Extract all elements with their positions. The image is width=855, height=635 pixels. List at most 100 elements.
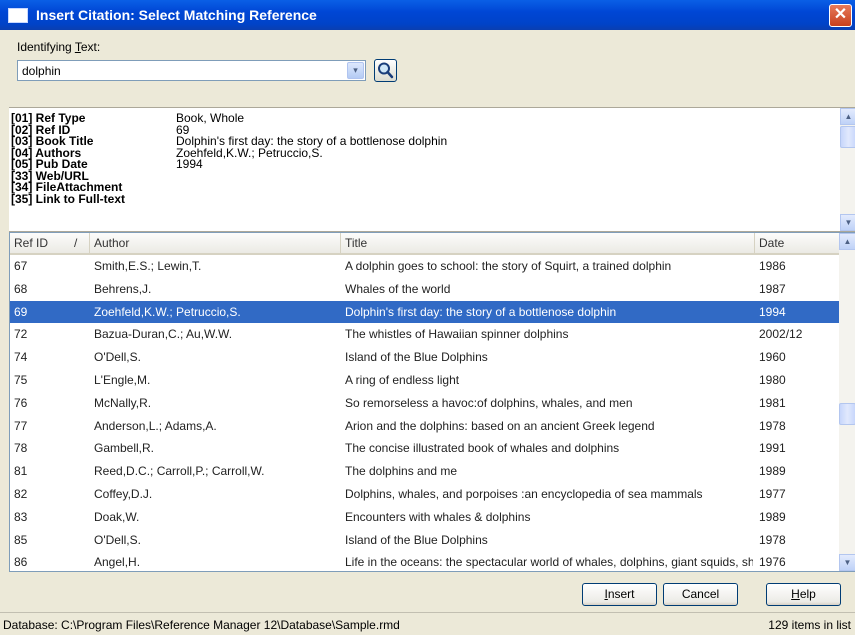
cell-id: 83 xyxy=(14,509,28,524)
cell-title: Dolphin's first day: the story of a bott… xyxy=(345,304,617,319)
scroll-down-button[interactable]: ▼ xyxy=(839,554,855,571)
table-row[interactable]: 83 Doak,W. Encounters with whales & dolphi… xyxy=(10,506,841,529)
cell-title: Encounters with whales & dolphins xyxy=(345,509,531,524)
table-row[interactable]: 85 O'Dell,S. Island of the Blue Dolphins 19… xyxy=(10,529,841,552)
magnifier-icon xyxy=(378,62,394,79)
cell-title: Island of the Blue Dolphins xyxy=(345,532,488,547)
cell-author: McNally,R. xyxy=(94,395,152,410)
cell-title: Life in the oceans: the spectacular worl… xyxy=(345,555,753,570)
reference-detail-panel: [01] Ref Type Book, Whole [02] Ref ID 69 [03… xyxy=(9,107,855,232)
close-icon: ✕ xyxy=(833,6,848,23)
detail-field-name: [35] Link to Full-text xyxy=(11,191,125,206)
cell-id: 75 xyxy=(14,373,28,387)
column-header-author[interactable]: Author xyxy=(90,233,341,253)
cell-id: 82 xyxy=(14,487,28,501)
table-row[interactable]: 72 Bazua-Duran,C.; Au,W.W. The whistles of… xyxy=(10,323,841,346)
cell-date: 1960 xyxy=(759,350,786,365)
cell-author: Anderson,L.; Adams,A. xyxy=(94,418,217,433)
cell-title: Whales of the world xyxy=(345,281,451,296)
column-header-title[interactable]: Title xyxy=(341,233,755,253)
cell-date: 1994 xyxy=(759,304,786,319)
scroll-thumb[interactable] xyxy=(840,126,855,148)
table-row[interactable]: 77 Anderson,L.; Adams,A. Arion and the dol… xyxy=(10,415,841,438)
table-row[interactable]: 82 Coffey,D.J. Dolphins, whales, and porpo… xyxy=(10,483,841,506)
help-button[interactable]: Help xyxy=(766,583,841,606)
cell-title: A dolphin goes to school: the story of S… xyxy=(345,259,672,273)
cell-title: Island of the Blue Dolphins xyxy=(345,350,488,365)
close-button[interactable]: ✕ xyxy=(829,4,852,27)
cell-author: Gambell,R. xyxy=(94,441,155,456)
cell-title: Arion and the dolphins: based on an anci… xyxy=(345,418,655,433)
list-header: Ref ID / Author Title Date xyxy=(10,233,841,255)
item-count: 129 items in list xyxy=(768,618,851,632)
cell-date: 1986 xyxy=(759,259,786,273)
scroll-thumb[interactable] xyxy=(839,403,855,425)
scroll-up-button[interactable]: ▲ xyxy=(839,233,855,250)
table-row[interactable]: 76 McNally,R. So remorseless a havoc:of do… xyxy=(10,392,841,415)
cell-title: The concise illustrated book of whales a… xyxy=(345,441,620,456)
cell-id: 76 xyxy=(14,395,28,410)
detail-row: [35] Link to Full-text xyxy=(11,193,176,205)
table-row[interactable]: 68 Behrens,J. Whales of the world 1987 xyxy=(10,278,841,301)
status-bar: Database: C:\Program Files\Reference Man… xyxy=(0,612,855,635)
cell-author: Angel,H. xyxy=(94,555,141,570)
cell-date: 1977 xyxy=(759,487,786,501)
table-row[interactable]: 75 L'Engle,M. A ring of endless light 1980 xyxy=(10,369,841,392)
table-row[interactable]: 67 Smith,E.S.; Lewin,T. A dolphin goes to … xyxy=(10,255,841,278)
identifying-text-combobox[interactable]: dolphin ▾ xyxy=(17,60,366,81)
cell-date: 1981 xyxy=(759,395,786,410)
cell-date: 1976 xyxy=(759,555,786,570)
cell-date: 1978 xyxy=(759,532,786,547)
cell-id: 68 xyxy=(14,281,28,296)
cell-title: A ring of endless light xyxy=(345,373,460,387)
cell-id: 81 xyxy=(14,464,28,479)
cell-date: 1989 xyxy=(759,509,786,524)
cell-title: So remorseless a havoc:of dolphins, whal… xyxy=(345,395,633,410)
cell-id: 72 xyxy=(14,327,28,342)
table-row-selected[interactable]: 69 Zoehfeld,K.W.; Petruccio,S. Dolphin's f… xyxy=(10,300,841,324)
cell-date: 2002/12 xyxy=(759,327,803,342)
table-row[interactable]: 74 O'Dell,S. Island of the Blue Dolphins 19… xyxy=(10,346,841,369)
database-path: Database: C:\Program Files\Reference Man… xyxy=(3,618,400,632)
dropdown-arrow-button[interactable]: ▾ xyxy=(347,62,364,79)
cell-id: 85 xyxy=(14,532,28,547)
cell-author: Bazua-Duran,C.; Au,W.W. xyxy=(94,327,233,342)
detail-field-value: 1994 xyxy=(176,157,203,171)
identifying-text-label: Identifying Text: xyxy=(17,40,101,54)
app-icon xyxy=(8,8,28,23)
window-title: Insert Citation: Select Matching Referen… xyxy=(36,7,317,23)
sort-indicator-icon: / xyxy=(74,236,78,250)
list-scrollbar[interactable]: ▲ ▼ xyxy=(839,233,855,571)
cell-author: Coffey,D.J. xyxy=(94,487,153,501)
cell-date: 1978 xyxy=(759,418,786,433)
chevron-down-icon: ▾ xyxy=(353,65,358,75)
cancel-button[interactable]: Cancel xyxy=(663,583,738,606)
cell-date: 1980 xyxy=(759,373,786,387)
search-button[interactable] xyxy=(374,59,397,82)
cell-author: Doak,W. xyxy=(94,509,140,524)
cell-author: Smith,E.S.; Lewin,T. xyxy=(94,259,202,273)
scroll-up-button[interactable]: ▲ xyxy=(840,108,855,125)
cell-id: 67 xyxy=(14,259,28,273)
table-row[interactable]: 78 Gambell,R. The concise illustrated book… xyxy=(10,437,841,460)
cell-author: Zoehfeld,K.W.; Petruccio,S. xyxy=(94,304,241,319)
insert-button[interactable]: Insert xyxy=(582,583,657,606)
table-row[interactable]: 81 Reed,D.C.; Carroll,P.; Carroll,W. The d… xyxy=(10,460,841,483)
cell-author: Reed,D.C.; Carroll,P.; Carroll,W. xyxy=(94,464,265,479)
cell-author: Behrens,J. xyxy=(94,281,152,296)
cell-date: 1987 xyxy=(759,281,786,296)
column-header-date[interactable]: Date xyxy=(755,233,841,253)
cell-author: O'Dell,S. xyxy=(94,350,141,365)
cell-date: 1989 xyxy=(759,464,786,479)
cell-title: The dolphins and me xyxy=(345,464,458,479)
cell-id: 74 xyxy=(14,350,28,365)
detail-scrollbar[interactable]: ▲ ▼ xyxy=(840,108,855,231)
scroll-down-button[interactable]: ▼ xyxy=(840,214,855,231)
cell-author: L'Engle,M. xyxy=(94,373,151,387)
cell-title: The whistles of Hawaiian spinner dolphin… xyxy=(345,327,569,342)
cell-id: 86 xyxy=(14,555,28,570)
table-row[interactable]: 86 Angel,H. Life in the oceans: the specta… xyxy=(10,551,841,571)
reference-list[interactable]: Ref ID / Author Title Date 67 Smith,E.S.; … xyxy=(9,232,855,572)
column-header-ref-id[interactable]: Ref ID / xyxy=(10,233,90,253)
identifying-text-value[interactable]: dolphin xyxy=(22,64,61,78)
